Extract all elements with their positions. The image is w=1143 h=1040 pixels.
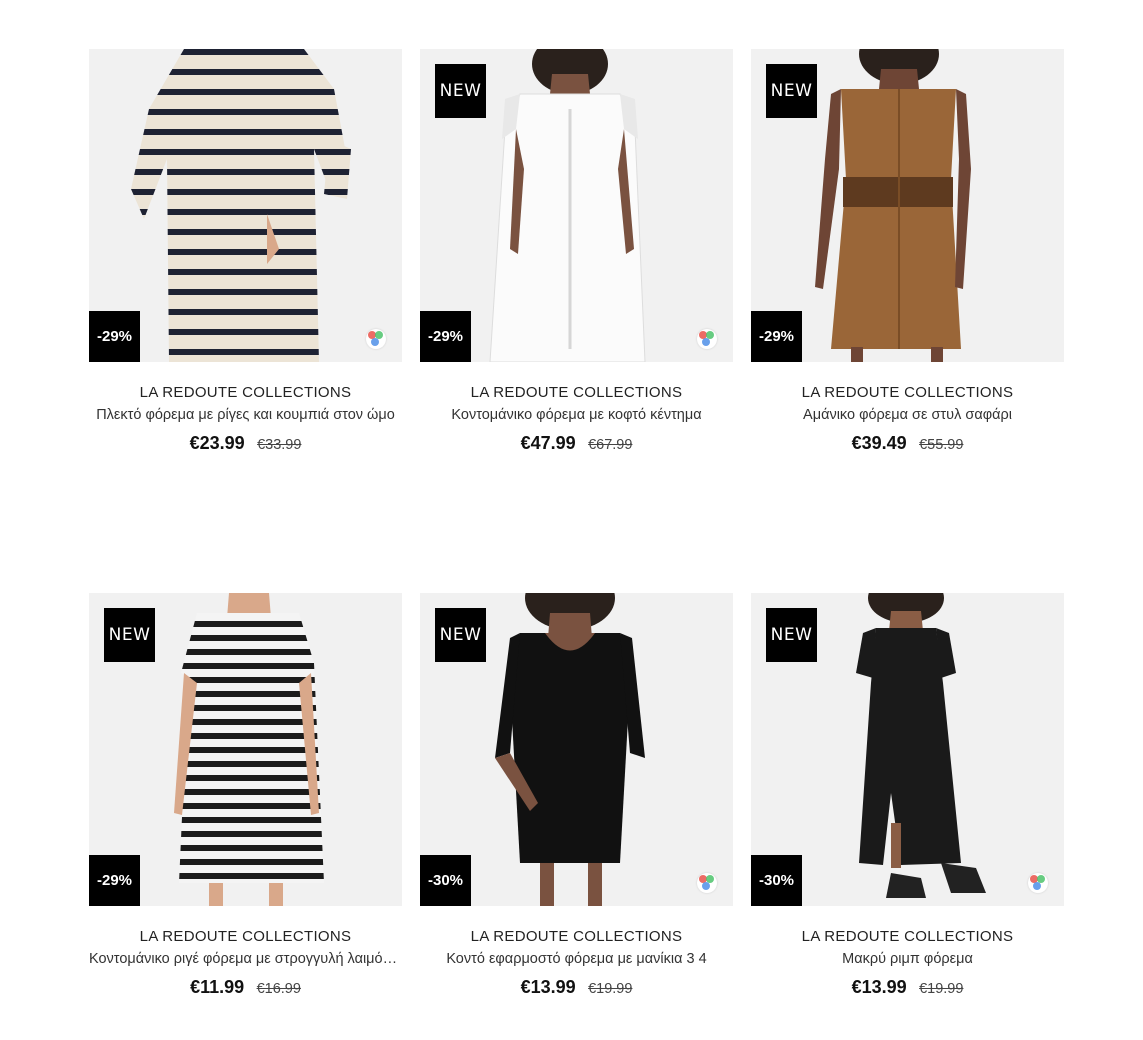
new-badge: NEW (104, 608, 155, 662)
product-image[interactable]: -29% (89, 49, 402, 362)
product-brand[interactable]: LA REDOUTE COLLECTIONS (89, 928, 402, 945)
discount-badge: -29% (420, 311, 471, 362)
price-block: €39.49 €55.99 (751, 433, 1064, 454)
discount-badge: -29% (89, 855, 140, 906)
color-options-icon[interactable] (697, 873, 717, 893)
new-badge: NEW (435, 608, 486, 662)
product-image[interactable]: NEW -30% (751, 593, 1064, 906)
product-title[interactable]: Κοντό εφαρμοστό φόρεμα με μανίκια 3 4 (420, 951, 733, 967)
product-brand[interactable]: LA REDOUTE COLLECTIONS (420, 928, 733, 945)
price-block: €47.99 €67.99 (420, 433, 733, 454)
current-price: €39.49 (851, 433, 907, 453)
product-title[interactable]: Πλεκτό φόρεμα με ρίγες και κουμπιά στον … (89, 407, 402, 423)
current-price: €47.99 (520, 433, 576, 453)
product-title[interactable]: Κοντομάνικο ριγέ φόρεμα με στρογγυλή λαι… (89, 951, 402, 967)
product-title[interactable]: Κοντομάνικο φόρεμα με κοφτό κέντημα (420, 407, 733, 423)
product-brand[interactable]: LA REDOUTE COLLECTIONS (751, 928, 1064, 945)
product-title[interactable]: Μακρύ ριμπ φόρεμα (751, 951, 1064, 967)
product-image[interactable]: NEW -29% (89, 593, 402, 906)
old-price: €19.99 (919, 981, 964, 997)
discount-badge: -30% (420, 855, 471, 906)
product-title[interactable]: Αμάνικο φόρεμα σε στυλ σαφάρι (751, 407, 1064, 423)
new-badge: NEW (435, 64, 486, 118)
product-brand[interactable]: LA REDOUTE COLLECTIONS (89, 384, 402, 401)
price-block: €13.99 €19.99 (751, 977, 1064, 998)
old-price: €55.99 (919, 437, 964, 453)
color-options-icon[interactable] (697, 329, 717, 349)
product-image[interactable]: NEW -29% (751, 49, 1064, 362)
color-options-icon[interactable] (366, 329, 386, 349)
product-image[interactable]: NEW -29% (420, 49, 733, 362)
new-badge: NEW (766, 64, 817, 118)
current-price: €11.99 (190, 977, 245, 997)
old-price: €67.99 (588, 437, 633, 453)
discount-badge: -30% (751, 855, 802, 906)
product-brand[interactable]: LA REDOUTE COLLECTIONS (751, 384, 1064, 401)
price-block: €23.99 €33.99 (89, 433, 402, 454)
new-badge: NEW (766, 608, 817, 662)
price-block: €11.99 €16.99 (89, 977, 402, 998)
current-price: €13.99 (851, 977, 907, 997)
old-price: €33.99 (257, 437, 302, 453)
price-block: €13.99 €19.99 (420, 977, 733, 998)
old-price: €19.99 (588, 981, 633, 997)
discount-badge: -29% (89, 311, 140, 362)
current-price: €23.99 (189, 433, 245, 453)
product-image[interactable]: NEW -30% (420, 593, 733, 906)
current-price: €13.99 (520, 977, 576, 997)
color-options-icon[interactable] (1028, 873, 1048, 893)
product-brand[interactable]: LA REDOUTE COLLECTIONS (420, 384, 733, 401)
old-price: €16.99 (256, 981, 301, 997)
discount-badge: -29% (751, 311, 802, 362)
